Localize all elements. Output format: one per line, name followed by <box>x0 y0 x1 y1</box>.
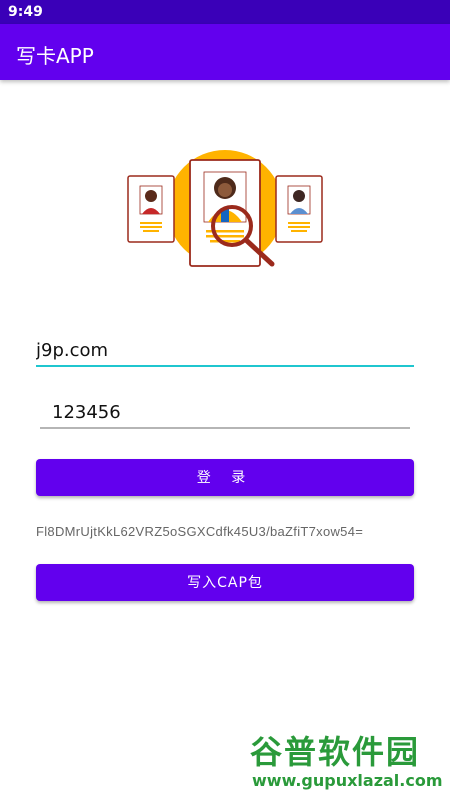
token-text: Fl8DMrUjtKkL62VRZ5oSGXCdfk45U3/baZfiT7xo… <box>36 524 364 539</box>
right-profile-card <box>275 175 323 243</box>
password-field[interactable] <box>40 402 422 429</box>
password-input[interactable] <box>40 402 422 427</box>
left-profile-card <box>127 175 175 243</box>
login-button[interactable]: 登 录 <box>36 459 414 496</box>
watermark: 谷普软件园 www.gupuxlazal.com <box>246 727 446 797</box>
app-bar: 写卡APP <box>0 24 450 80</box>
profile-search-illustration <box>127 150 323 267</box>
watermark-url: www.gupuxlazal.com <box>252 771 443 790</box>
center-profile-card <box>189 159 261 267</box>
username-input[interactable] <box>36 340 414 365</box>
status-bar: 9:49 <box>0 0 450 24</box>
status-time: 9:49 <box>8 4 43 20</box>
write-cap-button[interactable]: 写入CAP包 <box>36 564 414 601</box>
app-title: 写卡APP <box>16 44 94 68</box>
username-field[interactable] <box>36 340 414 367</box>
watermark-title: 谷普软件园 <box>250 733 421 771</box>
